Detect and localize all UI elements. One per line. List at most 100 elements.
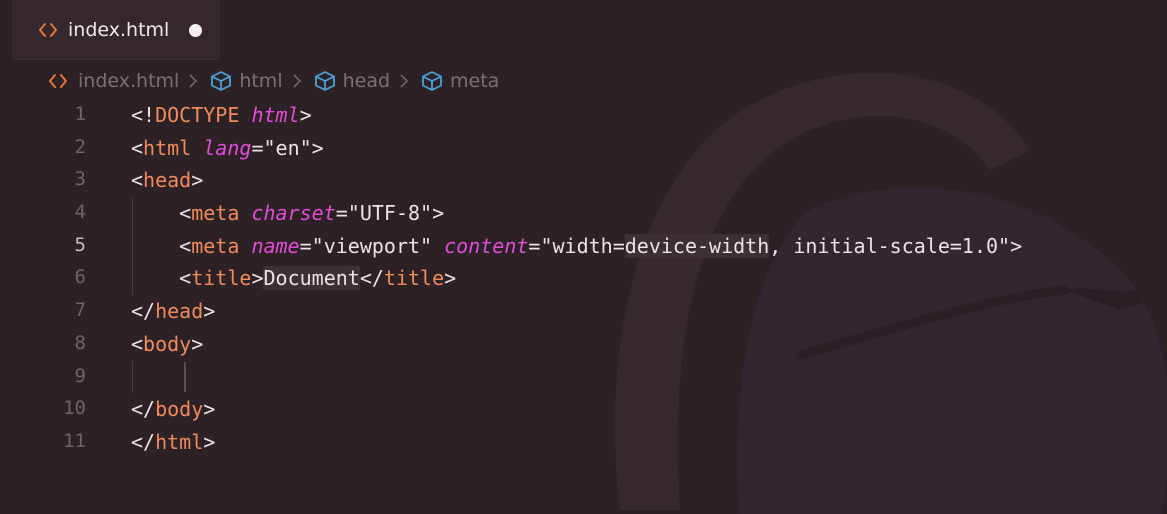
- line-number: 7: [74, 299, 86, 322]
- code-line[interactable]: 10 </body>: [0, 393, 1167, 426]
- token-punc: >: [311, 135, 324, 160]
- unsaved-dot-icon[interactable]: [189, 24, 202, 37]
- code-text[interactable]: <head>: [131, 168, 203, 192]
- token-attr: name: [251, 233, 300, 258]
- line-number: 6: [74, 266, 86, 289]
- token-punc: </: [131, 397, 156, 422]
- code-text[interactable]: <meta charset="UTF-8">: [131, 201, 444, 225]
- token-punc: =: [335, 201, 348, 226]
- token-punc: <: [179, 201, 192, 226]
- token-punc: >: [203, 429, 216, 454]
- code-line[interactable]: 4 <meta charset="UTF-8">: [0, 197, 1167, 230]
- token-punc: <: [179, 266, 192, 291]
- token-tag: head: [155, 299, 204, 324]
- line-number: 8: [74, 331, 86, 354]
- token-attr: lang: [203, 135, 252, 160]
- token-attr: html: [251, 103, 300, 127]
- token-tag: body: [155, 397, 204, 422]
- token-str: , initial-scale=1.0": [769, 233, 1011, 258]
- chevron-right-icon: [293, 74, 301, 88]
- token-punc: =: [528, 233, 541, 258]
- token-punc: >: [191, 331, 204, 356]
- breadcrumb: index.html html head meta: [48, 68, 499, 94]
- token-attr: charset: [251, 201, 336, 226]
- breadcrumb-item-file[interactable]: index.html: [48, 70, 179, 92]
- code-line[interactable]: 2 <html lang="en">: [0, 132, 1167, 165]
- breadcrumb-label: meta: [450, 70, 500, 92]
- breadcrumb-item-head[interactable]: head: [313, 69, 390, 93]
- token-tag: html: [143, 135, 192, 160]
- token-tag: head: [143, 168, 192, 193]
- token-tag: meta: [191, 201, 240, 226]
- code-text[interactable]: <html lang="en">: [131, 136, 324, 160]
- code-line[interactable]: 1 <!DOCTYPE html>: [0, 99, 1167, 132]
- breadcrumb-item-html[interactable]: html: [209, 69, 283, 93]
- token-punc: [432, 234, 444, 258]
- breadcrumb-label: head: [342, 70, 391, 92]
- token-punc: </: [359, 266, 384, 291]
- code-line[interactable]: 6 <title>Document</title>: [0, 262, 1167, 295]
- code-lines[interactable]: 1 <!DOCTYPE html> 2 <html lang="en"> 3 <head>…: [0, 99, 1167, 459]
- token-punc: >: [444, 266, 457, 291]
- token-punc: >: [1010, 233, 1023, 258]
- token-punc: <: [131, 135, 144, 160]
- token-punc: >: [191, 168, 204, 193]
- code-line[interactable]: 9: [0, 361, 1167, 394]
- token-punc: >: [299, 103, 312, 127]
- element-box-icon: [211, 71, 232, 91]
- tab-bar: index.html: [0, 0, 1167, 61]
- token-tag: DOCTYPE: [155, 103, 240, 127]
- token-tag: html: [155, 429, 204, 454]
- code-line[interactable]: 7 </head>: [0, 295, 1167, 328]
- token-str: "width=: [540, 233, 625, 258]
- code-line[interactable]: 3 <head>: [0, 164, 1167, 197]
- token-punc: <: [131, 331, 144, 356]
- token-text: Document: [263, 266, 360, 291]
- token-tag: body: [143, 331, 192, 356]
- token-punc: <!: [131, 103, 156, 127]
- code-editor[interactable]: index.html index.html html head meta 1 <…: [0, 0, 1167, 514]
- token-punc: [239, 103, 251, 127]
- line-number: 3: [74, 168, 86, 191]
- code-text[interactable]: </body>: [131, 397, 215, 421]
- token-punc: =: [251, 135, 264, 160]
- token-punc: [191, 136, 203, 160]
- code-text[interactable]: <title>Document</title>: [131, 266, 457, 291]
- token-punc: </: [131, 429, 156, 454]
- chevron-right-icon: [400, 74, 409, 88]
- token-str: device-width: [624, 233, 770, 258]
- element-box-icon: [422, 71, 442, 91]
- breadcrumb-label: index.html: [78, 70, 180, 92]
- code-line[interactable]: 11 </html>: [0, 426, 1167, 459]
- code-line[interactable]: 8 <body>: [0, 328, 1167, 361]
- line-number: 5: [74, 233, 86, 256]
- code-text[interactable]: <!DOCTYPE html>: [131, 103, 312, 127]
- code-text[interactable]: </head>: [131, 299, 215, 323]
- code-text[interactable]: <meta name="viewport" content="width=dev…: [131, 233, 1023, 258]
- code-text[interactable]: </html>: [131, 430, 215, 454]
- line-number: 11: [63, 429, 86, 452]
- token-punc: =: [299, 233, 312, 258]
- line-number: 10: [63, 397, 86, 420]
- html-code-icon: [49, 74, 67, 88]
- code-line[interactable]: 5 <meta name="viewport" content="width=d…: [0, 230, 1167, 263]
- code-text[interactable]: <body>: [131, 332, 203, 356]
- breadcrumb-label: html: [239, 70, 283, 92]
- html-code-icon: [39, 23, 57, 37]
- line-number: 4: [74, 201, 86, 224]
- token-punc: >: [432, 201, 445, 226]
- token-punc: <: [131, 168, 144, 193]
- token-str: "UTF-8": [347, 201, 433, 226]
- chevron-right-icon: [189, 74, 198, 88]
- token-punc: [239, 201, 251, 225]
- token-str: "viewport": [311, 233, 433, 258]
- token-punc: <: [179, 233, 192, 258]
- token-tag: title: [191, 266, 252, 291]
- breadcrumb-item-meta[interactable]: meta: [420, 69, 499, 93]
- line-number: 9: [74, 364, 86, 387]
- tab-index-html[interactable]: index.html: [12, 0, 220, 60]
- token-attr: content: [444, 233, 529, 258]
- token-punc: [239, 234, 251, 258]
